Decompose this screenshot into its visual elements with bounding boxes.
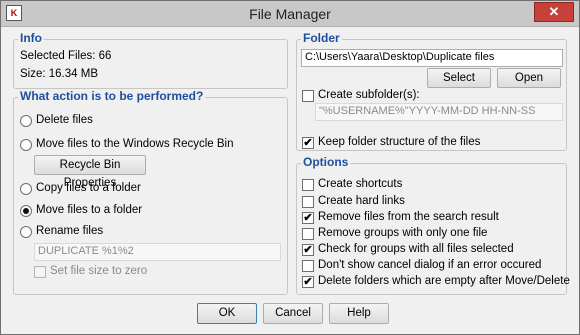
- keep-structure-label[interactable]: Keep folder structure of the files: [318, 136, 480, 148]
- select-folder-button[interactable]: Select: [427, 68, 491, 88]
- option-checkbox[interactable]: [302, 228, 314, 240]
- copy-files-radio[interactable]: [20, 183, 32, 195]
- delete-files-label[interactable]: Delete files: [36, 114, 93, 126]
- move-files-label[interactable]: Move files to a folder: [36, 204, 142, 216]
- rename-files-label[interactable]: Rename files: [36, 225, 103, 237]
- recycle-bin-label[interactable]: Move files to the Windows Recycle Bin: [36, 138, 234, 150]
- set-size-zero-checkbox[interactable]: [34, 266, 46, 278]
- create-subfolder-checkbox[interactable]: [302, 90, 314, 102]
- folder-group: Folder C:\Users\Yaara\Desktop\Duplicate …: [296, 31, 567, 151]
- option-checkbox[interactable]: ✔: [302, 212, 314, 224]
- ok-button[interactable]: OK: [197, 303, 257, 324]
- open-folder-button[interactable]: Open: [497, 68, 561, 88]
- title-bar[interactable]: K File Manager ✕: [1, 1, 579, 27]
- window-title: File Manager: [249, 6, 331, 22]
- option-label[interactable]: Remove files from the search result: [318, 211, 499, 223]
- create-subfolder-label[interactable]: Create subfolder(s):: [318, 89, 420, 101]
- action-group-title: What action is to be performed?: [18, 89, 206, 103]
- recycle-bin-radio[interactable]: [20, 139, 32, 151]
- option-label[interactable]: Check for groups with all files selected: [318, 243, 514, 255]
- move-files-radio[interactable]: [20, 205, 32, 217]
- rename-pattern-input[interactable]: DUPLICATE %1%2: [34, 243, 281, 261]
- option-label[interactable]: Delete folders which are empty after Mov…: [318, 275, 570, 287]
- subfolder-pattern-input[interactable]: "%USERNAME%"YYYY-MM-DD HH-NN-SS: [315, 103, 563, 121]
- info-group-title: Info: [18, 31, 44, 45]
- options-group: Options Create shortcuts Create hard lin…: [296, 155, 570, 295]
- info-group: Info Selected Files: 66 Size: 16.34 MB: [13, 31, 288, 89]
- set-size-zero-label[interactable]: Set file size to zero: [50, 265, 147, 277]
- cancel-button[interactable]: Cancel: [263, 303, 323, 324]
- keep-structure-checkbox[interactable]: ✔: [302, 137, 314, 149]
- close-button[interactable]: ✕: [534, 2, 574, 22]
- option-label[interactable]: Create shortcuts: [318, 178, 402, 190]
- action-group: What action is to be performed? Delete f…: [13, 89, 288, 295]
- option-checkbox[interactable]: [302, 260, 314, 272]
- options-group-title: Options: [301, 155, 351, 169]
- size-label: Size: 16.34 MB: [20, 68, 98, 80]
- folder-group-title: Folder: [301, 31, 342, 45]
- recycle-bin-properties-button[interactable]: Recycle Bin Properties: [34, 155, 146, 189]
- option-checkbox[interactable]: ✔: [302, 276, 314, 288]
- rename-files-radio[interactable]: [20, 226, 32, 238]
- option-label[interactable]: Create hard links: [318, 195, 405, 207]
- copy-files-label[interactable]: Copy files to a folder: [36, 182, 141, 194]
- option-label[interactable]: Don't show cancel dialog if an error occ…: [318, 259, 541, 271]
- option-checkbox[interactable]: [302, 196, 314, 208]
- option-checkbox[interactable]: [302, 179, 314, 191]
- option-label[interactable]: Remove groups with only one file: [318, 227, 487, 239]
- file-manager-dialog: K File Manager ✕ Info Selected Files: 66…: [0, 0, 580, 335]
- selected-files-label: Selected Files: 66: [20, 50, 112, 62]
- help-button[interactable]: Help: [329, 303, 389, 324]
- delete-files-radio[interactable]: [20, 115, 32, 127]
- option-checkbox[interactable]: ✔: [302, 244, 314, 256]
- folder-path-input[interactable]: C:\Users\Yaara\Desktop\Duplicate files: [301, 49, 563, 67]
